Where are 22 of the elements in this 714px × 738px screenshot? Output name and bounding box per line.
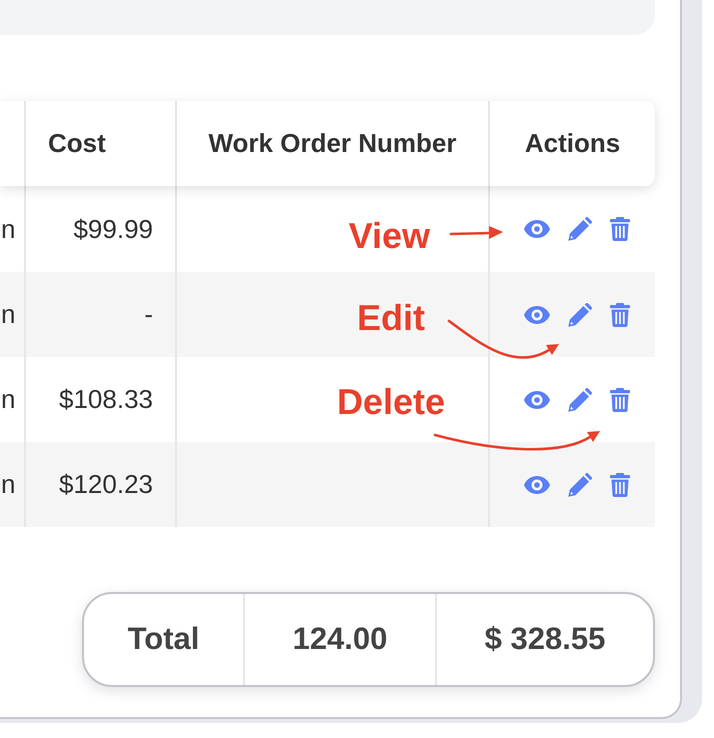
trash-icon[interactable]: [610, 388, 630, 412]
total-quantity: 124.00: [245, 594, 437, 685]
table-cell: n: [0, 442, 26, 527]
annotation-label: Delete: [336, 382, 445, 422]
annotation-arrow: [450, 226, 503, 239]
pencil-icon[interactable]: [568, 217, 592, 241]
eye-icon[interactable]: [524, 306, 550, 324]
column-header: Actions: [524, 127, 622, 160]
total-label: Total: [84, 594, 245, 685]
trash-icon[interactable]: [610, 472, 630, 496]
annotation-label: Edit: [357, 298, 425, 338]
total-cost: $ 328.55: [484, 620, 606, 658]
pencil-icon[interactable]: [568, 302, 592, 326]
eye-icon[interactable]: [524, 390, 550, 408]
pencil-icon[interactable]: [568, 388, 592, 412]
eye-icon[interactable]: [524, 476, 550, 494]
annotation-label: View: [348, 216, 430, 256]
table-cell: $120.23: [26, 442, 177, 527]
eye-icon[interactable]: [524, 220, 550, 238]
pencil-icon[interactable]: [568, 472, 592, 496]
trash-icon[interactable]: [610, 302, 630, 326]
trash-icon[interactable]: [610, 217, 630, 241]
